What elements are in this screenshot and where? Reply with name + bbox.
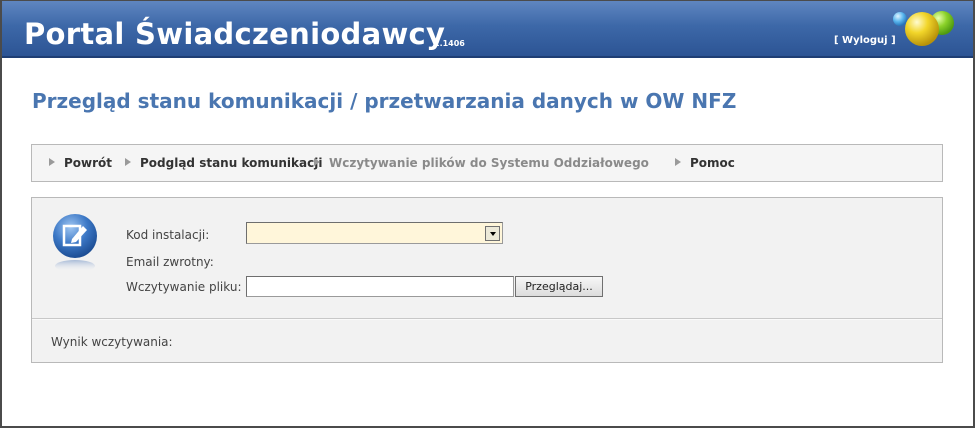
nav-bar: Powrót Podgląd stanu komunikacji Wczytyw…	[31, 144, 943, 182]
panel-divider	[32, 318, 942, 320]
logo-balls-icon	[893, 11, 954, 46]
nav-arrow-icon	[49, 158, 55, 166]
nav-item-label: Pomoc	[690, 156, 735, 170]
wczytywanie-pliku-label: Wczytywanie pliku:	[126, 280, 242, 294]
dropdown-arrow-icon[interactable]	[485, 226, 500, 241]
app-title: Portal Świadczeniodawcy	[24, 17, 446, 51]
browse-button[interactable]: Przeglądaj...	[515, 276, 603, 297]
nav-item-label: Wczytywanie plików do Systemu Oddziałowe…	[329, 156, 649, 170]
file-path-input[interactable]	[246, 276, 514, 297]
nav-item-wczytywanie: Wczytywanie plików do Systemu Oddziałowe…	[314, 156, 649, 170]
nav-arrow-icon	[125, 158, 131, 166]
kod-instalacji-select[interactable]	[246, 222, 503, 244]
wynik-wczytywania-label: Wynik wczytywania:	[51, 335, 173, 349]
nav-item-powrot[interactable]: Powrót	[49, 156, 112, 170]
nav-arrow-icon	[314, 158, 320, 166]
nav-item-podglad[interactable]: Podgląd stanu komunikacji	[125, 156, 322, 170]
upload-form-panel: Kod instalacji: Email zwrotny: Wczytywan…	[31, 197, 943, 363]
app-version: 2.1406	[434, 39, 465, 48]
kod-instalacji-label: Kod instalacji:	[126, 228, 210, 242]
logout-link[interactable]: [ Wyloguj ]	[834, 35, 896, 46]
nav-item-label: Podgląd stanu komunikacji	[140, 156, 323, 170]
page-title: Przegląd stanu komunikacji / przetwarzan…	[32, 89, 737, 113]
app-header: Portal Świadczeniodawcy 2.1406 [ Wyloguj…	[2, 1, 973, 58]
nav-item-pomoc[interactable]: Pomoc	[675, 156, 735, 170]
email-zwrotny-label: Email zwrotny:	[126, 255, 214, 269]
nav-arrow-icon	[675, 158, 681, 166]
nav-item-label: Powrót	[64, 156, 113, 170]
edit-document-icon	[53, 214, 97, 272]
